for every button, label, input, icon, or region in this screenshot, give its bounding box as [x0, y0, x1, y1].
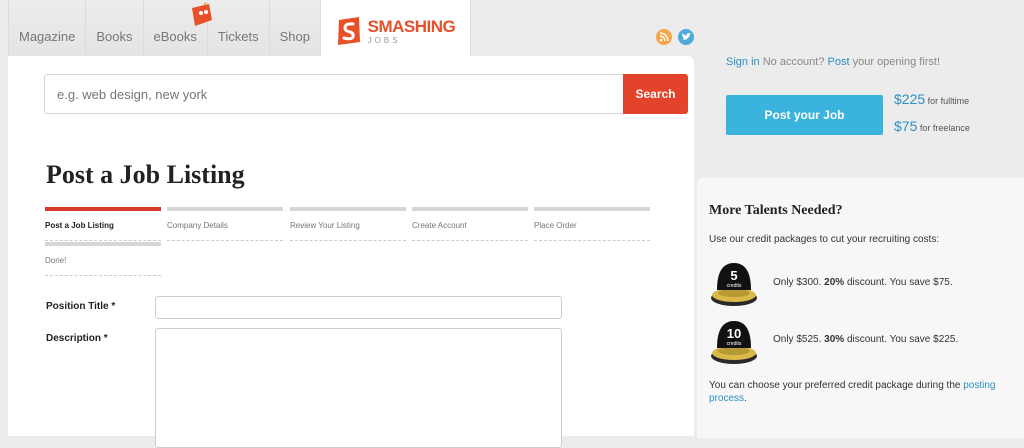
logo-smashing-text: SMASHING	[367, 16, 456, 36]
svg-text:credits: credits	[727, 341, 742, 347]
credit-coin-10-icon: 10 credits	[711, 321, 757, 364]
step-place-order: Place Order	[534, 207, 650, 241]
search-button[interactable]: Search	[623, 74, 688, 114]
credit-coin-5-icon: 5 credits	[711, 263, 757, 306]
post-link[interactable]: Post	[828, 56, 850, 68]
search-bar: Search	[44, 74, 688, 114]
freelance-price: $75 for freelance	[894, 118, 970, 134]
freelance-price-label: for freelance	[919, 123, 970, 133]
smashing-jobs-logo[interactable]: SMASHING JOBS	[320, 0, 471, 58]
fulltime-price: $225 for fulltime	[894, 91, 969, 107]
talents-panel: More Talents Needed? Use our credit pack…	[697, 178, 1024, 438]
svg-text:5: 5	[730, 268, 737, 283]
rss-icon[interactable]	[656, 29, 672, 45]
svg-text:credits: credits	[727, 283, 742, 289]
post-your-job-button[interactable]: Post your Job	[726, 95, 883, 135]
description-textarea[interactable]	[155, 328, 562, 448]
step-company-details: Company Details	[167, 207, 283, 241]
smashing-s-icon	[337, 17, 360, 45]
post-suffix-text: your opening first!	[852, 56, 941, 68]
package-10-text: Only $525. 30% discount. You save $225.	[773, 334, 959, 345]
nav-shop[interactable]: Shop	[269, 0, 321, 58]
nav-magazine[interactable]: Magazine	[8, 0, 87, 58]
package-5-text: Only $300. 20% discount. You save $75.	[773, 277, 953, 288]
talents-intro: Use our credit packages to cut your recr…	[709, 234, 940, 245]
svg-text:10: 10	[727, 326, 741, 341]
account-prompt: Sign in No account? Post your opening fi…	[726, 56, 940, 68]
fulltime-price-label: for fulltime	[927, 96, 970, 106]
main-panel: Search Post a Job Listing Post a Job Lis…	[8, 56, 694, 448]
step-create-account: Create Account	[412, 207, 528, 241]
step-done: Done!	[45, 242, 161, 276]
logo-jobs-text: JOBS	[367, 35, 401, 45]
talents-title: More Talents Needed?	[709, 203, 843, 218]
nav-ebooks-label: eBooks	[153, 29, 197, 44]
sign-in-link[interactable]: Sign in	[726, 56, 760, 68]
mascot-icon	[191, 2, 212, 26]
description-label: Description *	[46, 333, 108, 344]
nav-books[interactable]: Books	[86, 0, 144, 58]
social-links	[656, 29, 694, 45]
position-title-label: Position Title *	[46, 301, 116, 312]
freelance-price-amount: $75	[894, 118, 918, 134]
nav-ebooks[interactable]: eBooks	[143, 0, 212, 58]
fulltime-price-amount: $225	[894, 91, 926, 107]
position-title-input[interactable]	[155, 296, 562, 319]
step-post-job-listing: Post a Job Listing	[45, 207, 161, 241]
twitter-icon[interactable]	[678, 29, 694, 45]
talents-outro: You can choose your preferred credit pac…	[709, 380, 996, 404]
top-nav: Magazine Books eBooks Tickets Shop SMASH…	[8, 0, 471, 58]
nav-tickets[interactable]: Tickets	[207, 0, 270, 58]
page-title: Post a Job Listing	[46, 160, 245, 189]
no-account-text: No account?	[762, 56, 825, 68]
search-input[interactable]	[44, 74, 623, 114]
step-review-listing: Review Your Listing	[290, 207, 406, 241]
